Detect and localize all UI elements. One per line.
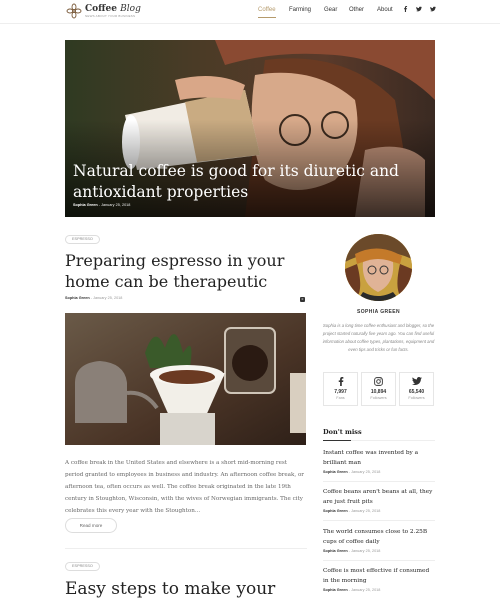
author-photo: [345, 234, 412, 301]
site-header: Coffee Blog News about your business Cof…: [0, 0, 500, 24]
stat-label: Fans: [336, 396, 345, 400]
dont-miss-date: January 25, 2018: [351, 588, 381, 592]
dont-miss-date: January 25, 2018: [351, 470, 381, 474]
stat-label: Followers: [408, 396, 425, 400]
dont-miss-item[interactable]: Instant coffee was invented by a brillia…: [323, 449, 435, 474]
dont-miss-meta: Sophia Green - January 25, 2018: [323, 549, 381, 553]
facebook-icon[interactable]: [403, 6, 408, 12]
author-name[interactable]: SOPHIA GREEN: [320, 309, 437, 315]
facebook-icon: [338, 377, 343, 386]
hero-author[interactable]: Sophia Green: [73, 203, 98, 207]
dont-miss-item[interactable]: Coffee is most effective if consumed in …: [323, 567, 435, 592]
nav-item-coffee[interactable]: Coffee: [258, 7, 276, 13]
post-title[interactable]: Preparing espresso in your home can be t…: [65, 250, 307, 292]
hero-featured-post[interactable]: Natural coffee is good for its diuretic …: [65, 40, 435, 217]
dont-miss-author[interactable]: Sophia Green: [323, 549, 348, 553]
nav-item-about[interactable]: About: [377, 7, 393, 13]
dont-miss-rule-accent: [323, 440, 351, 441]
logo-tagline: News about your business: [85, 13, 136, 18]
twitter-icon[interactable]: [430, 6, 436, 12]
post-date: January 25, 2018: [93, 296, 123, 300]
nav-item-other[interactable]: Other: [349, 7, 364, 13]
site-logo[interactable]: Coffee Blog News about your business: [66, 3, 141, 19]
nav-active-underline: [258, 17, 276, 18]
dont-miss-date: January 25, 2018: [351, 549, 381, 553]
twitter-icon[interactable]: [416, 6, 422, 12]
dont-miss-author[interactable]: Sophia Green: [323, 588, 348, 592]
post-author[interactable]: Sophia Green: [65, 296, 90, 300]
post-excerpt: A coffee break in the United States and …: [65, 460, 304, 514]
dont-miss-title[interactable]: Coffee beans aren't beans at all, they a…: [323, 488, 435, 507]
logo-title-bold: Coffee: [85, 3, 118, 14]
dont-miss-heading: Don't miss: [323, 428, 362, 436]
dont-miss-item[interactable]: The world consumes close to 2.25B cups o…: [323, 528, 435, 553]
instagram-icon: [374, 377, 383, 386]
post-image[interactable]: [65, 313, 306, 445]
dont-miss-title[interactable]: Coffee is most effective if consumed in …: [323, 567, 435, 586]
logo-title-italic: Blog: [120, 3, 141, 14]
coffee-dripper-image: [65, 313, 306, 445]
hero-date: January 25, 2018: [101, 203, 131, 207]
header-social-links: [403, 6, 436, 12]
post-category-tag[interactable]: ESPRESSO: [65, 562, 100, 571]
dont-miss-author[interactable]: Sophia Green: [323, 470, 348, 474]
dont-miss-meta: Sophia Green - January 25, 2018: [323, 470, 381, 474]
post-meta: Sophia Green - January 25, 2018: [65, 296, 123, 300]
dont-miss-separator: [323, 560, 435, 561]
nav-item-gear[interactable]: Gear: [324, 7, 337, 13]
post-divider: [65, 548, 307, 549]
stat-box-instagram[interactable]: 10,894 Followers: [361, 372, 396, 406]
stat-box-twitter[interactable]: 65,540 Followers: [399, 372, 434, 406]
dont-miss-item[interactable]: Coffee beans aren't beans at all, they a…: [323, 488, 435, 513]
dont-miss-meta: Sophia Green - January 25, 2018: [323, 588, 381, 592]
header-divider: [0, 23, 500, 24]
stat-count: 65,540: [408, 389, 425, 395]
comment-count-badge[interactable]: 0: [300, 297, 305, 302]
hero-title[interactable]: Natural coffee is good for its diuretic …: [73, 161, 423, 203]
dont-miss-author[interactable]: Sophia Green: [323, 509, 348, 513]
dont-miss-separator: [323, 481, 435, 482]
dont-miss-meta: Sophia Green - January 25, 2018: [323, 509, 381, 513]
dont-miss-separator: [323, 520, 435, 521]
author-avatar[interactable]: [345, 234, 412, 301]
stat-count: 10,894: [370, 389, 387, 395]
stat-count: 7,997: [334, 389, 347, 395]
dont-miss-date: January 25, 2018: [351, 509, 381, 513]
nav-item-farming[interactable]: Farming: [289, 7, 311, 13]
stat-label: Followers: [370, 396, 387, 400]
author-bio: Sophia is a long time coffee enthusiast …: [322, 323, 435, 352]
coffee-bean-logo-icon: [66, 3, 82, 19]
read-more-button[interactable]: Read more: [65, 518, 117, 533]
stat-box-facebook[interactable]: 7,997 Fans: [323, 372, 358, 406]
dont-miss-title[interactable]: Instant coffee was invented by a brillia…: [323, 449, 435, 468]
post-title[interactable]: Easy steps to make your: [65, 579, 307, 600]
hero-meta: Sophia Green - January 25, 2018: [73, 203, 131, 207]
post-category-tag[interactable]: ESPRESSO: [65, 235, 100, 244]
twitter-icon: [411, 377, 422, 385]
dont-miss-title[interactable]: The world consumes close to 2.25B cups o…: [323, 528, 435, 547]
